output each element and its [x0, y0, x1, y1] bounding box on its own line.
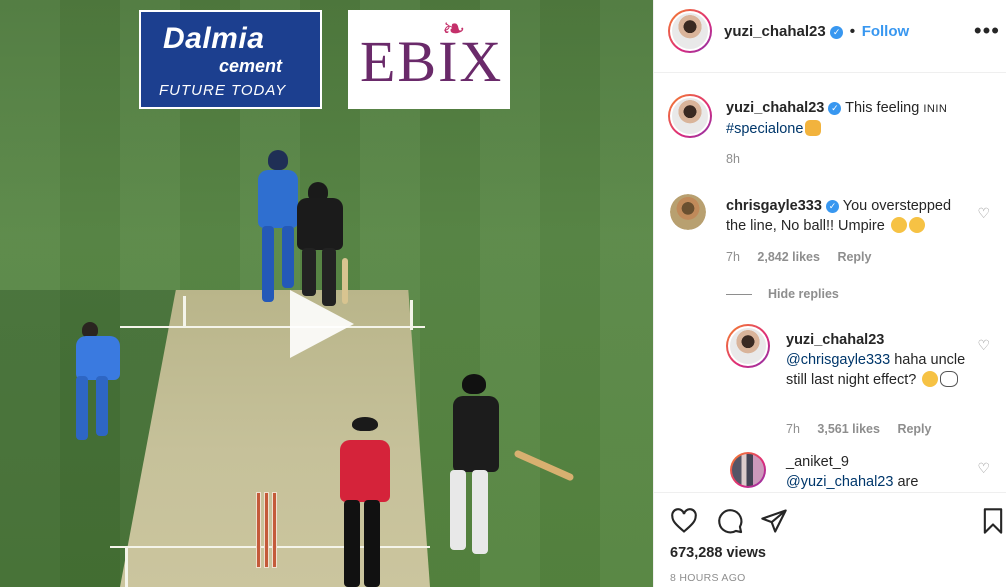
comment-meta: 7h 2,842 likes Reply [726, 250, 885, 264]
comment-icon[interactable] [716, 507, 744, 535]
reply-reply-button[interactable]: Reply [897, 422, 931, 436]
reply-text: are [897, 474, 919, 490]
reply-mention[interactable]: @yuzi_chahal23 [786, 474, 893, 490]
reply-mention[interactable]: @chrisgayle333 [786, 352, 890, 368]
laughing-crying-icon [922, 371, 939, 387]
more-options-icon[interactable]: ••• [974, 18, 1000, 44]
caption-time: 8h [726, 152, 740, 166]
comment-item: chrisgayle333 ✓ You overstepped the line… [726, 196, 966, 236]
ad-board-dalmia: Dalmia cement FUTURE TODAY [139, 10, 322, 109]
batting-crease [120, 326, 425, 328]
follow-button[interactable]: Follow [862, 23, 910, 40]
comment-likes[interactable]: 2,842 likes [757, 250, 820, 264]
reply-like-icon[interactable]: ♡ [977, 337, 990, 354]
ad-dalmia-sub: cement [219, 56, 283, 76]
heart-icon[interactable] [670, 507, 698, 535]
verified-icon: ✓ [825, 200, 839, 213]
worried-face-icon [908, 217, 925, 233]
verified-icon: ✓ [830, 26, 844, 39]
share-icon[interactable] [760, 507, 788, 535]
reply-time: 7h [786, 422, 800, 436]
comment-time: 7h [726, 250, 740, 264]
reply-username[interactable]: _aniket_9 [786, 454, 849, 470]
hide-replies-button[interactable]: Hide replies [726, 287, 839, 301]
post-header: yuzi_chahal23 ✓ • Follow ••• [654, 0, 1006, 73]
reply-username[interactable]: yuzi_chahal23 [786, 332, 884, 348]
reply-like-icon[interactable]: ♡ [977, 460, 990, 477]
comment-avatar[interactable] [670, 194, 706, 230]
return-crease [183, 296, 186, 328]
hide-replies-line [726, 294, 752, 296]
eyes-icon [940, 371, 959, 387]
comment-like-icon[interactable]: ♡ [977, 205, 990, 222]
hide-replies-label[interactable]: Hide replies [768, 287, 839, 301]
reply-avatar[interactable] [726, 324, 770, 368]
reply-item: yuzi_chahal23 @chrisgayle333 haha uncle … [786, 330, 966, 390]
caption-avatar[interactable] [668, 94, 712, 138]
post-timestamp: 8 HOURS AGO [670, 572, 746, 584]
caption-text: This feeling [845, 100, 920, 116]
comment-reply-button[interactable]: Reply [837, 250, 871, 264]
post-panel: yuzi_chahal23 ✓ • Follow ••• yuzi_chahal… [653, 0, 1006, 587]
ad-ebix-name: EBIX [360, 29, 504, 94]
caption: yuzi_chahal23 ✓ This feeling ININ #speci… [726, 98, 992, 139]
header-separator: • [849, 23, 856, 40]
stumps [256, 492, 277, 568]
caption-hashtag[interactable]: #specialone [726, 121, 803, 137]
laughing-crying-icon [890, 217, 907, 233]
avatar[interactable] [668, 9, 712, 53]
view-count[interactable]: 673,288 views [670, 545, 766, 561]
return-crease [125, 546, 128, 587]
bookmark-icon[interactable] [979, 507, 1006, 535]
post-actions: 673,288 views 8 HOURS AGO [654, 492, 1006, 587]
verified-icon: ✓ [828, 102, 842, 115]
caption-username[interactable]: yuzi_chahal23 [726, 100, 824, 116]
return-crease [410, 300, 413, 330]
ad-dalmia-name: Dalmia [163, 22, 265, 55]
reply-avatar[interactable] [730, 452, 766, 488]
play-icon[interactable] [290, 290, 354, 358]
reply-meta: 7h 3,561 likes Reply [786, 422, 945, 436]
header-username[interactable]: yuzi_chahal23 [724, 23, 826, 40]
caption-smallcaps: ININ [923, 103, 948, 115]
flexed-biceps-icon [805, 120, 822, 136]
caption-meta: 8h [726, 152, 754, 166]
reply-item: _aniket_9 @yuzi_chahal23 are [786, 452, 966, 492]
header-user-row: yuzi_chahal23 ✓ • Follow [724, 23, 909, 41]
video-player[interactable]: Dalmia cement FUTURE TODAY ❧ EBIX [0, 0, 653, 587]
comment-username[interactable]: chrisgayle333 [726, 198, 822, 214]
comments-list[interactable]: yuzi_chahal23 ✓ This feeling ININ #speci… [654, 74, 1006, 492]
ad-board-ebix: ❧ EBIX [348, 10, 510, 109]
reply-likes[interactable]: 3,561 likes [817, 422, 880, 436]
ad-dalmia-tagline: FUTURE TODAY [159, 82, 287, 99]
